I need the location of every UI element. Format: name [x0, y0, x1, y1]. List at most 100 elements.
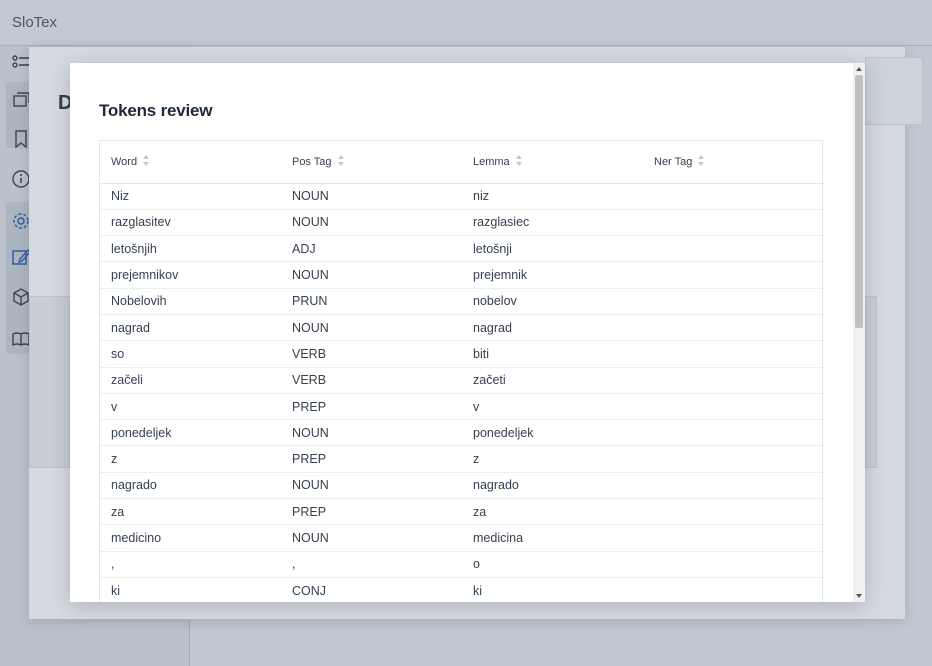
cell-lemma: ki [462, 577, 643, 602]
cell-ner-tag [643, 393, 824, 421]
cell-word: so [100, 340, 281, 368]
cell-lemma: nagrad [462, 314, 643, 342]
cell-lemma: razglasiec [462, 209, 643, 237]
modal-scrollbar[interactable] [853, 63, 865, 602]
cell-lemma: niz [462, 183, 643, 210]
cell-ner-tag [643, 235, 824, 263]
cell-word: začeli [100, 367, 281, 394]
cell-lemma: z [462, 445, 643, 473]
cell-ner-tag [643, 314, 824, 342]
table-row: so VERB biti [100, 340, 824, 368]
cell-word: razglasitev [100, 209, 281, 237]
table-header-row: Word Pos Tag Lemma Ner Tag [100, 141, 824, 184]
cell-ner-tag [643, 577, 824, 602]
cell-lemma: za [462, 498, 643, 526]
sort-icon[interactable] [515, 155, 523, 167]
table-row: Nobelovih PRUN nobelov [100, 288, 824, 315]
cell-pos-tag: VERB [281, 367, 462, 394]
cell-word: letošnjih [100, 235, 281, 263]
sort-icon[interactable] [337, 155, 345, 167]
cell-pos-tag: VERB [281, 340, 462, 368]
tokens-review-modal: Tokens review Word Pos Tag Lemma Ner Tag… [70, 63, 865, 602]
cell-pos-tag: NOUN [281, 419, 462, 447]
cell-word: Nobelovih [100, 288, 281, 315]
cell-pos-tag: PRUN [281, 288, 462, 315]
cell-lemma: začeti [462, 367, 643, 394]
cell-word: v [100, 393, 281, 421]
cell-ner-tag [643, 261, 824, 289]
cell-pos-tag: PREP [281, 498, 462, 526]
cell-lemma: letošnji [462, 235, 643, 263]
cell-pos-tag: NOUN [281, 261, 462, 289]
table-row: Niz NOUN niz [100, 183, 824, 210]
cell-lemma: nagrado [462, 472, 643, 500]
cell-pos-tag: NOUN [281, 524, 462, 552]
cell-word: za [100, 498, 281, 526]
scroll-down-arrow-icon[interactable] [856, 594, 862, 598]
cell-pos-tag: NOUN [281, 209, 462, 237]
table-row: prejemnikov NOUN prejemnik [100, 261, 824, 289]
app-title: SloTex [12, 14, 58, 31]
cell-ner-tag [643, 367, 824, 394]
cell-word: medicino [100, 524, 281, 552]
table-row: z PREP z [100, 445, 824, 473]
modal-title: Tokens review [99, 101, 213, 120]
scroll-up-arrow-icon[interactable] [856, 67, 862, 71]
cell-pos-tag: ADJ [281, 235, 462, 263]
table-row: začeli VERB začeti [100, 367, 824, 394]
table-row: v PREP v [100, 393, 824, 421]
cell-pos-tag: PREP [281, 445, 462, 473]
cell-ner-tag [643, 288, 824, 315]
cell-ner-tag [643, 419, 824, 447]
cell-lemma: prejemnik [462, 261, 643, 289]
cell-pos-tag: NOUN [281, 314, 462, 342]
table-row: ki CONJ ki [100, 577, 824, 602]
cell-word: Niz [100, 183, 281, 210]
cell-word: ponedeljek [100, 419, 281, 447]
table-row: ponedeljek NOUN ponedeljek [100, 419, 824, 447]
cell-word: z [100, 445, 281, 473]
cell-ner-tag [643, 472, 824, 500]
cell-pos-tag: CONJ [281, 577, 462, 602]
column-header-ner-tag[interactable]: Ner Tag [643, 141, 824, 184]
cell-lemma: nobelov [462, 288, 643, 315]
table-row: nagrado NOUN nagrado [100, 472, 824, 500]
sort-icon[interactable] [698, 155, 705, 167]
underlying-table-edge-right [865, 296, 877, 468]
table-row: za PREP za [100, 498, 824, 526]
cell-lemma: v [462, 393, 643, 421]
cell-pos-tag: , [281, 551, 462, 578]
cell-ner-tag [643, 340, 824, 368]
cell-pos-tag: NOUN [281, 472, 462, 500]
cell-lemma: o [462, 551, 643, 578]
cell-word: , [100, 551, 281, 578]
column-header-word[interactable]: Word [100, 141, 281, 184]
table-row: letošnjih ADJ letošnji [100, 235, 824, 263]
table-row: ,,o [100, 551, 824, 578]
scroll-thumb[interactable] [855, 75, 863, 328]
cell-word: prejemnikov [100, 261, 281, 289]
cell-ner-tag [643, 551, 824, 578]
cell-word: nagrad [100, 314, 281, 342]
underlying-table-edge [29, 296, 70, 468]
cell-word: ki [100, 577, 281, 602]
cell-pos-tag: NOUN [281, 183, 462, 210]
tokens-table: Word Pos Tag Lemma Ner Tag Niz NOUN niz ra… [99, 140, 824, 602]
column-header-lemma[interactable]: Lemma [462, 141, 643, 184]
underlying-header-right [865, 57, 923, 125]
cell-word: nagrado [100, 472, 281, 500]
cell-ner-tag [643, 183, 824, 210]
cell-ner-tag [643, 209, 824, 237]
top-bar: SloTex [0, 0, 932, 46]
cell-lemma: ponedeljek [462, 419, 643, 447]
cell-lemma: medicina [462, 524, 643, 552]
table-row: nagrad NOUN nagrad [100, 314, 824, 342]
cell-ner-tag [643, 524, 824, 552]
sort-icon[interactable] [143, 155, 150, 167]
column-header-pos-tag[interactable]: Pos Tag [281, 141, 462, 184]
cell-ner-tag [643, 498, 824, 526]
cell-ner-tag [643, 445, 824, 473]
table-row: razglasitev NOUN razglasiec [100, 209, 824, 237]
table-row: medicino NOUN medicina [100, 524, 824, 552]
cell-lemma: biti [462, 340, 643, 368]
